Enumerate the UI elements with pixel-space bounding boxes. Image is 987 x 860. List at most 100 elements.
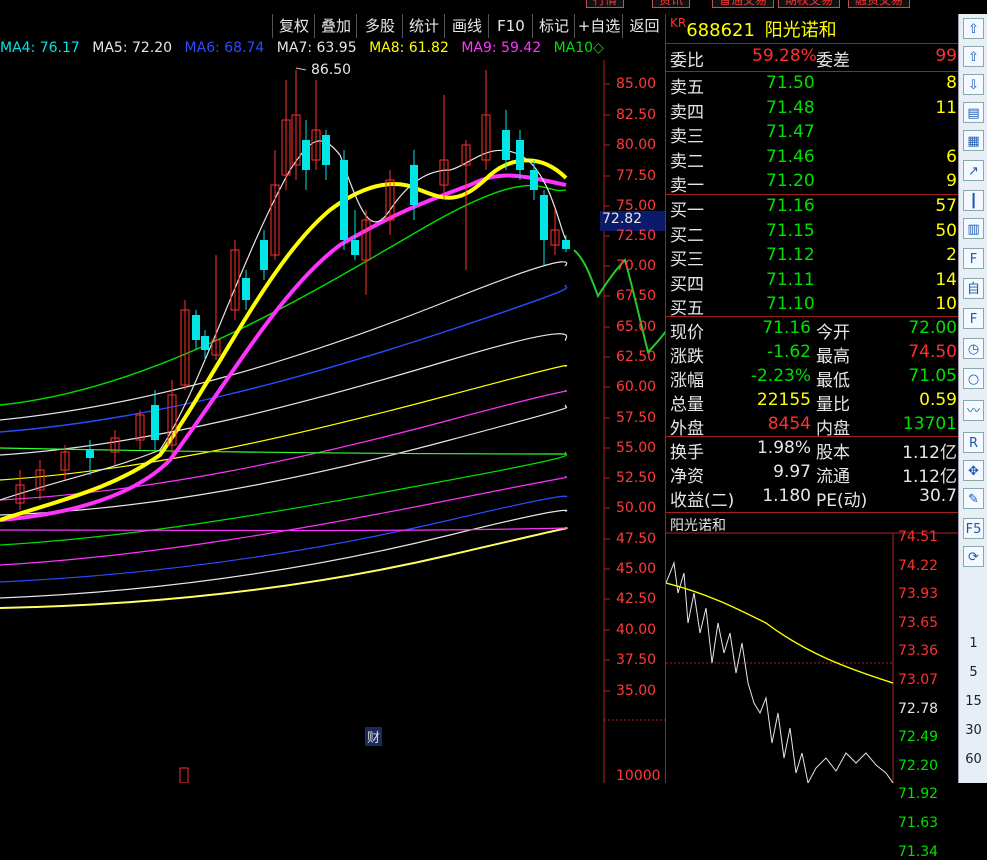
top-tab-strip: 行情 资讯 普通交易 期权交易 融资交易: [0, 0, 987, 14]
quote-label: 涨跌: [670, 347, 704, 367]
tab-news[interactable]: 资讯: [652, 0, 691, 8]
draw-line-button[interactable]: 画线: [444, 14, 489, 38]
tab-normal-trade[interactable]: 普通交易: [712, 0, 775, 8]
move-icon[interactable]: ✥: [963, 460, 984, 481]
bid-row[interactable]: 买一 71.16 57: [666, 196, 959, 221]
finance-marker[interactable]: 财: [365, 727, 383, 746]
wave-icon[interactable]: 〰: [963, 400, 984, 421]
f10-button[interactable]: F10: [488, 14, 533, 38]
fz-icon[interactable]: F: [963, 308, 984, 329]
period-1-button[interactable]: 1: [959, 636, 987, 651]
quote-value: 13701: [902, 414, 957, 434]
statistics-button[interactable]: 统计: [402, 14, 445, 38]
fundamental-label: PE(动): [816, 491, 868, 511]
quote-row: 涨跌 -1.62 最高 74.50: [666, 342, 959, 367]
intraday-axis-label: 71.92: [898, 786, 939, 803]
zi-icon[interactable]: 自: [963, 278, 984, 299]
add-favorite-button[interactable]: +自选: [574, 14, 623, 38]
high-price-marker: 86.50: [311, 62, 352, 78]
mark-button[interactable]: 标记: [532, 14, 575, 38]
quote-value: 0.59: [919, 390, 957, 410]
fundamental-value: 1.12亿: [902, 467, 957, 487]
price-axis-label: 42.50: [616, 591, 657, 607]
f5-icon[interactable]: F5: [963, 518, 984, 539]
bid-price: 71.11: [766, 269, 815, 290]
tab-margin-trade[interactable]: 融资交易: [848, 0, 911, 8]
period-5-button[interactable]: 5: [959, 665, 987, 680]
bid-quantity: 14: [935, 269, 957, 290]
price-axis-label: 65.00: [616, 319, 657, 335]
intraday-axis-label: 71.63: [898, 815, 939, 831]
multi-stock-button[interactable]: 多股: [356, 14, 403, 38]
bar-icon[interactable]: ▥: [963, 218, 984, 239]
trend-icon[interactable]: ↗: [963, 160, 984, 181]
ask-row[interactable]: 卖四 71.48 11: [666, 97, 959, 123]
bid-price: 71.12: [766, 245, 815, 265]
refresh-icon[interactable]: ⟳: [963, 546, 984, 567]
back-button[interactable]: 返回: [622, 14, 666, 38]
down-outline-icon[interactable]: ⇩: [963, 74, 984, 95]
fundamental-row: 净资 9.97 流通 1.12亿: [666, 462, 959, 487]
bid-quantity: 10: [935, 294, 957, 314]
quote-value: 8454: [767, 414, 811, 434]
pen-icon[interactable]: ✎: [963, 488, 984, 509]
market-tag: KR: [670, 16, 687, 30]
bid-row[interactable]: 买三 71.12 2: [666, 245, 959, 270]
fundamental-value: 1.180: [762, 486, 811, 506]
right-toolbar: ⇧ ⇧ ⇩ ▤ ▦ ↗ ┃ ▥ F 自 F ◷ ○ 〰 R ✥ ✎ F5 ⟳ 1 5 15 30 60: [958, 14, 987, 783]
ma7-label: MA7: 63.95: [276, 40, 357, 56]
ask-label: 卖一: [670, 176, 704, 196]
intraday-axis-label: 72.20: [898, 757, 939, 774]
rsi-icon[interactable]: R: [963, 432, 984, 453]
bid-row[interactable]: 买五 71.10 10: [666, 294, 959, 319]
price-axis-label: 75.00: [616, 198, 657, 214]
intraday-chart[interactable]: 阳光诺和 74.51 74.22 73.93 73.65 73.36 73.07 72.78…: [666, 513, 959, 860]
price-axis-label: 50.00: [616, 500, 657, 516]
price-axis-label: 70.00: [616, 258, 657, 274]
up-arrow-icon[interactable]: ⇧: [963, 18, 984, 39]
quote-value: -2.23%: [750, 366, 811, 386]
up-outline-icon[interactable]: ⇧: [963, 46, 984, 67]
ask-label: 卖四: [670, 102, 704, 123]
circle-icon[interactable]: ○: [963, 368, 984, 389]
price-axis-label: 35.00: [616, 683, 657, 699]
intraday-axis-label: 73.93: [898, 586, 939, 603]
restore-rights-button[interactable]: 复权: [272, 14, 315, 38]
grid-icon[interactable]: ▦: [963, 130, 984, 151]
quote-panel: KR688621 阳光诺和 委比 59.28% 委差 99 卖五 71.50 8 卖四…: [665, 14, 959, 860]
bid-quantity: 57: [935, 196, 957, 216]
bid-row[interactable]: 买四 71.11 14: [666, 269, 959, 295]
kline-icon[interactable]: ┃: [963, 190, 984, 211]
tab-option-trade[interactable]: 期权交易: [778, 0, 841, 8]
quote-label: 量比: [816, 395, 850, 415]
price-axis-label: 77.50: [616, 168, 657, 184]
overlay-button[interactable]: 叠加: [314, 14, 357, 38]
quote-row: 外盘 8454 内盘 13701: [666, 414, 959, 439]
ma-legend: MA4: 76.17 MA5: 72.20 MA6: 68.74 MA7: 63…: [0, 40, 604, 60]
ask-row[interactable]: 卖一 71.20 9: [666, 171, 959, 196]
clock-icon[interactable]: ◷: [963, 338, 984, 359]
period-15-button[interactable]: 15: [959, 694, 987, 709]
intraday-axis-label: 72.78: [898, 700, 939, 717]
intraday-axis-label: 72.49: [898, 729, 939, 746]
ask-row[interactable]: 卖五 71.50 8: [666, 73, 959, 98]
fundamental-row: 换手 1.98% 股本 1.12亿: [666, 438, 959, 463]
f10-icon[interactable]: F: [963, 248, 984, 269]
price-axis-label: 72.50: [616, 228, 657, 244]
bid-row[interactable]: 买二 71.15 50: [666, 221, 959, 246]
fundamental-label: 净资: [670, 467, 704, 487]
quote-value: 72.00: [908, 318, 957, 338]
tab-quote[interactable]: 行情: [586, 0, 625, 8]
ma4-label: MA4: 76.17: [0, 40, 80, 56]
ask-row[interactable]: 卖二 71.46 6: [666, 147, 959, 172]
ask-price: 71.48: [766, 97, 815, 118]
quote-label: 总量: [670, 395, 704, 415]
ask-row[interactable]: 卖三 71.47: [666, 122, 959, 147]
ask-label: 卖三: [670, 127, 704, 147]
period-60-button[interactable]: 60: [959, 752, 987, 767]
ask-label: 卖五: [670, 78, 704, 98]
report-icon[interactable]: ▤: [963, 102, 984, 123]
ask-quantity: 9: [946, 171, 957, 191]
period-30-button[interactable]: 30: [959, 723, 987, 738]
kline-chart[interactable]: 86.50 72.82 财 10000 85.00 82.50 80.00 77…: [0, 60, 665, 784]
